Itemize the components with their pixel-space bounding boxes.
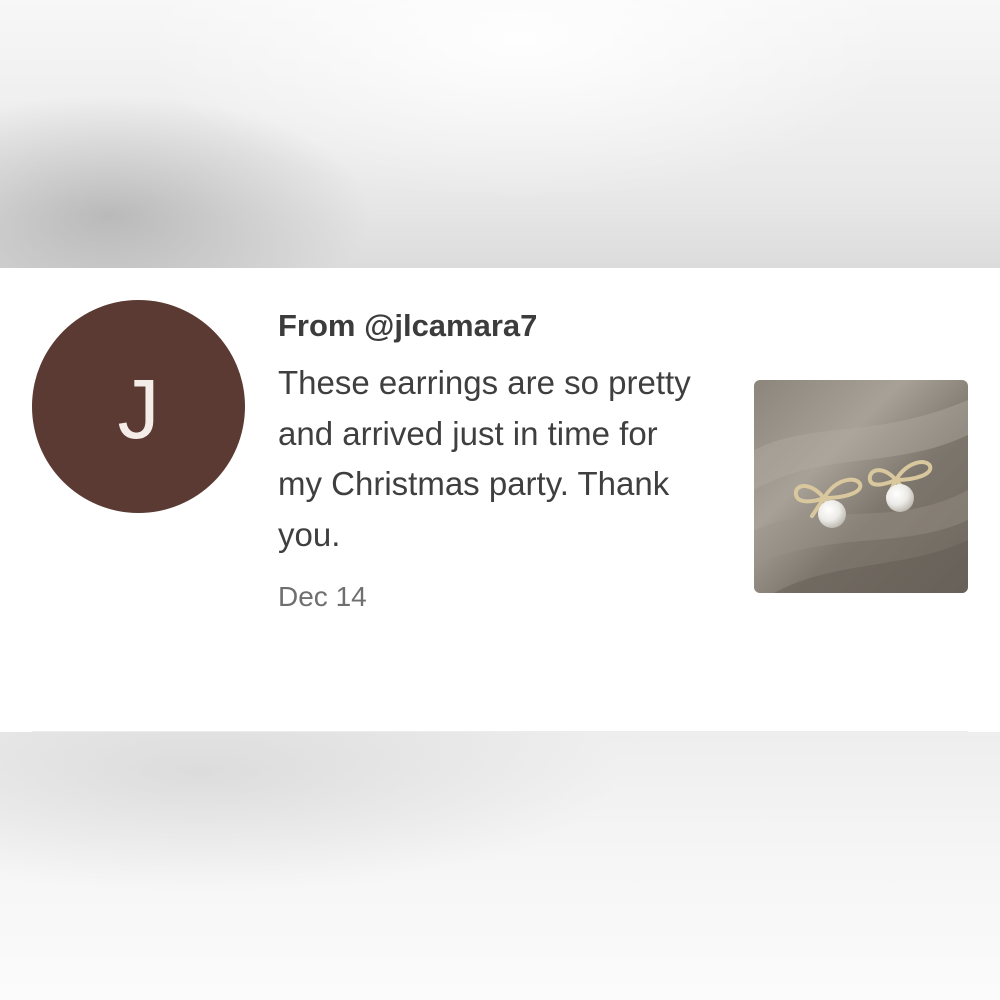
background-bottom <box>0 732 1000 1000</box>
review-card: J From @jlcamara7 These earrings are so … <box>0 268 1000 732</box>
avatar-initial: J <box>117 361 160 456</box>
review-content: From @jlcamara7 These earrings are so pr… <box>278 308 708 614</box>
review-sender: From @jlcamara7 <box>278 308 538 343</box>
review-date: Dec 14 <box>278 581 367 612</box>
avatar: J <box>32 300 245 513</box>
earrings-photo-icon <box>754 380 968 593</box>
review-message: These earrings are so pretty and arrived… <box>278 364 691 553</box>
background-top <box>0 0 1000 268</box>
review-photo-thumbnail[interactable] <box>754 380 968 593</box>
